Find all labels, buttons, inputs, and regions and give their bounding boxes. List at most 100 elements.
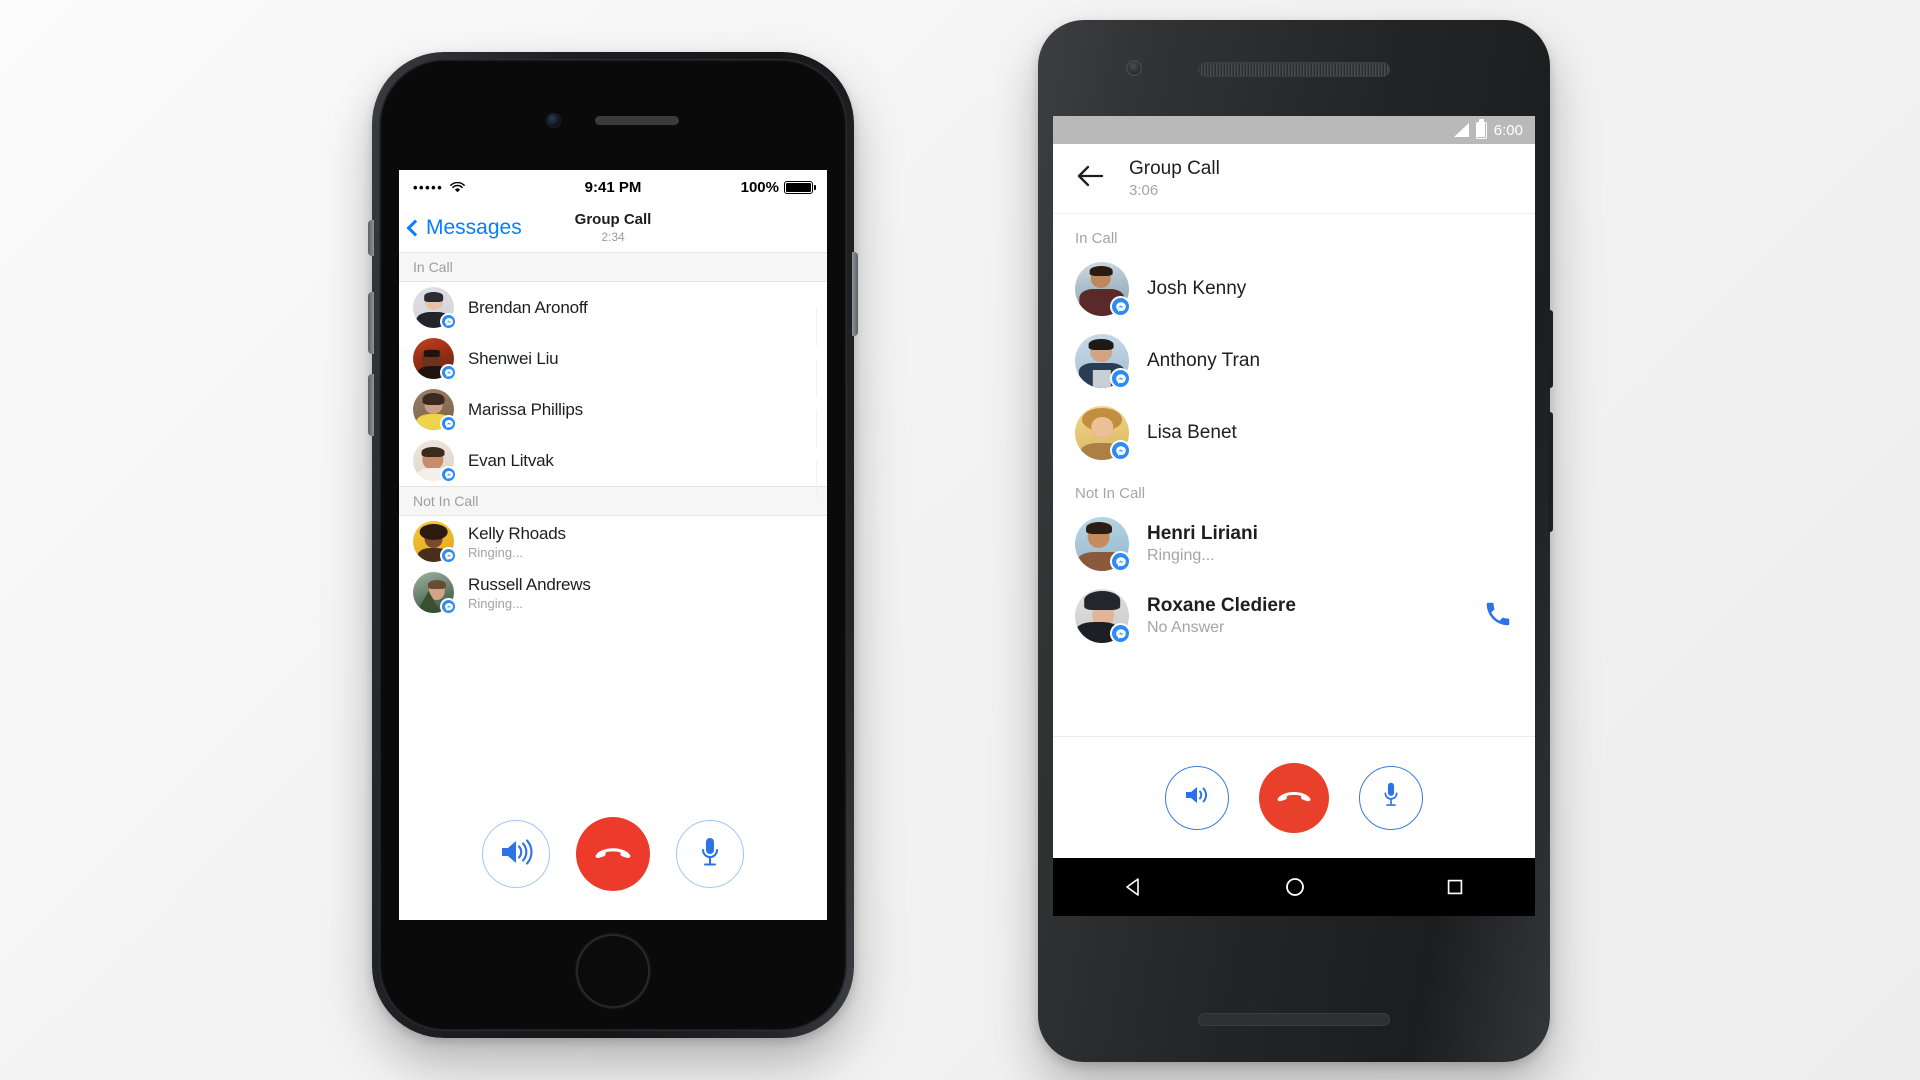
list-item[interactable]: Shenwei Liu (399, 333, 827, 397)
section-header-in-call: In Call (1053, 214, 1535, 253)
home-button[interactable] (576, 934, 650, 1008)
android-recents-button[interactable] (1444, 876, 1466, 898)
section-header-in-call: In Call (399, 252, 827, 282)
power-button[interactable] (1548, 310, 1553, 388)
avatar (413, 287, 457, 330)
list-item[interactable]: Kelly Rhoads Ringing... (399, 516, 827, 567)
contact-name: Marissa Phillips (468, 399, 583, 419)
list-item[interactable]: Anthony Tran (1053, 325, 1535, 397)
speaker-icon (499, 838, 533, 871)
android-home-button[interactable] (1283, 875, 1307, 899)
android-title-block: Group Call 3:06 (1129, 158, 1220, 200)
row-divider (816, 460, 817, 499)
row-text: Russell Andrews Ringing... (468, 575, 591, 611)
list-item[interactable]: Evan Litvak (399, 435, 827, 499)
contact-name: Lisa Benet (1147, 422, 1237, 443)
ring-silent-switch[interactable] (368, 220, 374, 256)
android-device: 6:00 Group Call 3:06 In Call Josh Kenny … (1038, 20, 1553, 1062)
contact-name: Anthony Tran (1147, 350, 1261, 371)
microphone-icon (699, 836, 721, 873)
row-text: Josh Kenny (1147, 278, 1513, 300)
microphone-icon (1381, 781, 1401, 814)
back-to-messages-button[interactable]: Messages (406, 216, 522, 240)
speaker-button[interactable] (482, 820, 550, 888)
row-text: Kelly Rhoads Ringing... (468, 524, 566, 560)
row-text: Anthony Tran (1147, 350, 1513, 372)
battery-full-icon (784, 180, 816, 194)
front-camera-icon (1126, 60, 1142, 76)
not-in-call-list: Kelly Rhoads Ringing... Russell Andrews … (399, 516, 827, 618)
volume-up-button[interactable] (368, 292, 374, 354)
contact-status: Ringing... (1147, 547, 1215, 564)
redial-call-icon[interactable] (1483, 599, 1513, 634)
hangup-icon (594, 842, 632, 867)
messenger-badge-icon (440, 598, 457, 615)
arrow-left-icon (1076, 164, 1104, 193)
end-call-button[interactable] (1259, 762, 1329, 833)
ios-nav-bar: Messages Group Call 2:34 (399, 204, 827, 252)
avatar (413, 389, 457, 432)
list-item[interactable]: Brendan Aronoff (399, 282, 827, 346)
list-item[interactable]: Henri Liriani Ringing... (1053, 508, 1535, 580)
messenger-badge-icon (440, 547, 457, 564)
row-text: Brendan Aronoff (468, 298, 588, 318)
list-item[interactable]: Marissa Phillips (399, 384, 827, 448)
contact-status: No Answer (1147, 619, 1225, 636)
contact-name: Josh Kenny (1147, 278, 1247, 299)
messenger-badge-icon (1110, 296, 1131, 317)
avatar (1075, 589, 1131, 644)
signal-bars-icon (1453, 123, 1469, 137)
speaker-button[interactable] (1165, 765, 1229, 830)
avatar (1075, 334, 1131, 389)
hangup-icon (1276, 786, 1312, 810)
messenger-badge-icon (440, 313, 457, 330)
avatar (413, 338, 457, 381)
messenger-badge-icon (1110, 551, 1131, 572)
chevron-left-icon (406, 219, 424, 237)
ios-call-controls (399, 788, 827, 920)
section-header-not-in-call: Not In Call (399, 486, 827, 516)
android-clock: 6:00 (1493, 121, 1523, 139)
iphone-screen: ••••• 9:41 PM 100% Messages Group Call 2… (399, 170, 827, 920)
mute-button[interactable] (676, 820, 744, 888)
contact-status: Ringing... (468, 544, 523, 560)
list-item[interactable]: Lisa Benet (1053, 397, 1535, 469)
messenger-badge-icon (440, 415, 457, 432)
avatar (1075, 517, 1131, 572)
contact-name: Brendan Aronoff (468, 297, 588, 317)
end-call-button[interactable] (576, 817, 650, 891)
earpiece-speaker (1198, 62, 1390, 77)
contact-name: Evan Litvak (468, 450, 554, 470)
android-app-bar: Group Call 3:06 (1053, 144, 1535, 214)
row-text: Shenwei Liu (468, 349, 559, 369)
ios-status-right: 100% (741, 179, 816, 196)
page-title: Group Call (1129, 157, 1220, 179)
list-item[interactable]: Roxane Clediere No Answer (1053, 580, 1535, 652)
power-button[interactable] (852, 252, 858, 336)
row-text: Lisa Benet (1147, 422, 1513, 444)
earpiece-speaker (595, 116, 679, 125)
android-nav-bar (1053, 858, 1535, 916)
section-header-not-in-call: Not In Call (1053, 469, 1535, 508)
iphone-device: ••••• 9:41 PM 100% Messages Group Call 2… (368, 52, 858, 1038)
volume-down-button[interactable] (368, 374, 374, 436)
android-call-controls (1053, 736, 1535, 858)
avatar (413, 521, 457, 564)
back-button[interactable] (1073, 162, 1107, 196)
call-duration: 3:06 (1129, 182, 1159, 200)
front-camera-icon (547, 114, 560, 127)
contact-name: Kelly Rhoads (468, 523, 566, 543)
ios-status-bar: ••••• 9:41 PM 100% (399, 170, 827, 204)
volume-rocker[interactable] (1548, 412, 1553, 532)
row-text: Roxane Clediere No Answer (1147, 595, 1483, 637)
android-back-button[interactable] (1122, 875, 1146, 899)
messenger-badge-icon (440, 364, 457, 381)
mute-button[interactable] (1359, 765, 1423, 830)
row-text: Marissa Phillips (468, 400, 583, 420)
list-item[interactable]: Josh Kenny (1053, 253, 1535, 325)
list-item[interactable]: Russell Andrews Ringing... (399, 567, 827, 618)
avatar (1075, 406, 1131, 461)
messenger-badge-icon (1110, 368, 1131, 389)
avatar (1075, 262, 1131, 317)
speaker-icon (1183, 783, 1211, 812)
